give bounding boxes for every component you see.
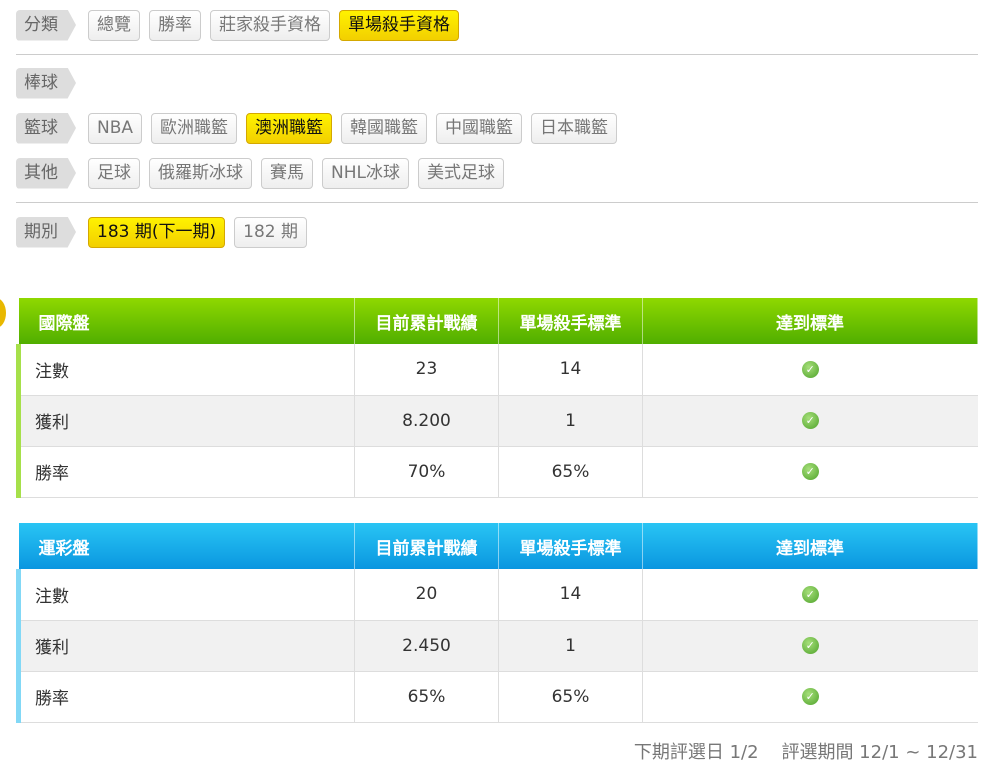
col-standard: 單場殺手標準 xyxy=(499,298,643,344)
standard-value: 1 xyxy=(499,620,643,671)
table-title: 國際盤 xyxy=(19,298,355,344)
row-name: 勝率 xyxy=(19,671,355,722)
category-overview[interactable]: 總覽 xyxy=(88,10,140,41)
table-row: 獲利8.2001 ✓ xyxy=(19,395,978,446)
league-china[interactable]: 中國職籃 xyxy=(436,113,522,144)
category-single-killer[interactable]: 單場殺手資格 xyxy=(339,10,459,41)
period-183[interactable]: 183 期(下一期) xyxy=(88,217,225,248)
league-australia[interactable]: 澳洲職籃 xyxy=(246,113,332,144)
row-name: 注數 xyxy=(19,344,355,395)
current-value: 70% xyxy=(355,446,499,497)
sport-khl[interactable]: 俄羅斯冰球 xyxy=(149,158,252,189)
other-row: 其他 足球 俄羅斯冰球 賽馬 NHL冰球 美式足球 xyxy=(16,157,504,189)
baseball-label: 棒球 xyxy=(16,68,76,99)
other-label: 其他 xyxy=(16,158,76,189)
standard-value: 65% xyxy=(499,671,643,722)
category-banker-killer[interactable]: 莊家殺手資格 xyxy=(210,10,330,41)
table-row: 勝率65%65%✓ xyxy=(19,671,978,722)
table-row: 勝率70%65% ✓ xyxy=(19,446,978,497)
check-icon: ✓ xyxy=(802,586,819,603)
footer-info: 下期評選日 1/2 評選期間 12/1 ~ 12/31 xyxy=(634,738,978,764)
check-icon: ✓ xyxy=(802,412,819,429)
standard-value: 1 xyxy=(499,395,643,446)
league-nba[interactable]: NBA xyxy=(88,113,142,144)
category-row: 分類 總覽 勝率 莊家殺手資格 單場殺手資格 xyxy=(16,9,459,41)
international-table: 國際盤目前累計戰績單場殺手標準達到標準 注數2314 ✓ 獲利8.2001 ✓ 勝率… xyxy=(16,298,978,498)
check-icon: ✓ xyxy=(802,637,819,654)
basketball-row: 籃球 NBA 歐洲職籃 澳洲職籃 韓國職籃 中國職籃 日本職籃 xyxy=(16,112,617,144)
sport-nfl[interactable]: 美式足球 xyxy=(418,158,504,189)
period-row: 期別 183 期(下一期) 182 期 xyxy=(16,216,307,248)
divider xyxy=(16,54,978,55)
table-row: 獲利2.4501 ✓ xyxy=(19,620,978,671)
sport-nhl[interactable]: NHL冰球 xyxy=(322,158,409,189)
check-icon: ✓ xyxy=(802,688,819,705)
col-met: 達到標準 xyxy=(643,523,978,569)
row-name: 注數 xyxy=(19,569,355,620)
standard-value: 14 xyxy=(499,569,643,620)
league-japan[interactable]: 日本職籃 xyxy=(531,113,617,144)
next-selection-date: 下期評選日 1/2 xyxy=(634,742,759,763)
period-label: 期別 xyxy=(16,217,76,248)
period-182[interactable]: 182 期 xyxy=(234,217,307,248)
current-value: 65% xyxy=(355,671,499,722)
col-current: 目前累計戰績 xyxy=(355,298,499,344)
baseball-row: 棒球 xyxy=(16,67,79,99)
table-row: 注數2314 ✓ xyxy=(19,344,978,395)
check-icon: ✓ xyxy=(802,463,819,480)
table-row: 注數2014 ✓ xyxy=(19,569,978,620)
standard-value: 14 xyxy=(499,344,643,395)
basketball-label: 籃球 xyxy=(16,113,76,144)
divider xyxy=(16,202,978,203)
current-value: 8.200 xyxy=(355,395,499,446)
league-korea[interactable]: 韓國職籃 xyxy=(341,113,427,144)
col-current: 目前累計戰績 xyxy=(355,523,499,569)
row-name: 勝率 xyxy=(19,446,355,497)
decorative-circle xyxy=(0,298,6,328)
check-icon: ✓ xyxy=(802,361,819,378)
sport-soccer[interactable]: 足球 xyxy=(88,158,140,189)
row-name: 獲利 xyxy=(19,620,355,671)
table-title: 運彩盤 xyxy=(19,523,355,569)
current-value: 2.450 xyxy=(355,620,499,671)
current-value: 20 xyxy=(355,569,499,620)
sports-lottery-table: 運彩盤目前累計戰績單場殺手標準達到標準 注數2014 ✓ 獲利2.4501 ✓ 勝率… xyxy=(16,523,978,723)
sport-horse[interactable]: 賽馬 xyxy=(261,158,313,189)
col-standard: 單場殺手標準 xyxy=(499,523,643,569)
standard-value: 65% xyxy=(499,446,643,497)
selection-period: 評選期間 12/1 ~ 12/31 xyxy=(781,742,978,763)
category-label: 分類 xyxy=(16,10,76,41)
category-winrate[interactable]: 勝率 xyxy=(149,10,201,41)
league-euro[interactable]: 歐洲職籃 xyxy=(151,113,237,144)
col-met: 達到標準 xyxy=(643,298,978,344)
row-name: 獲利 xyxy=(19,395,355,446)
current-value: 23 xyxy=(355,344,499,395)
